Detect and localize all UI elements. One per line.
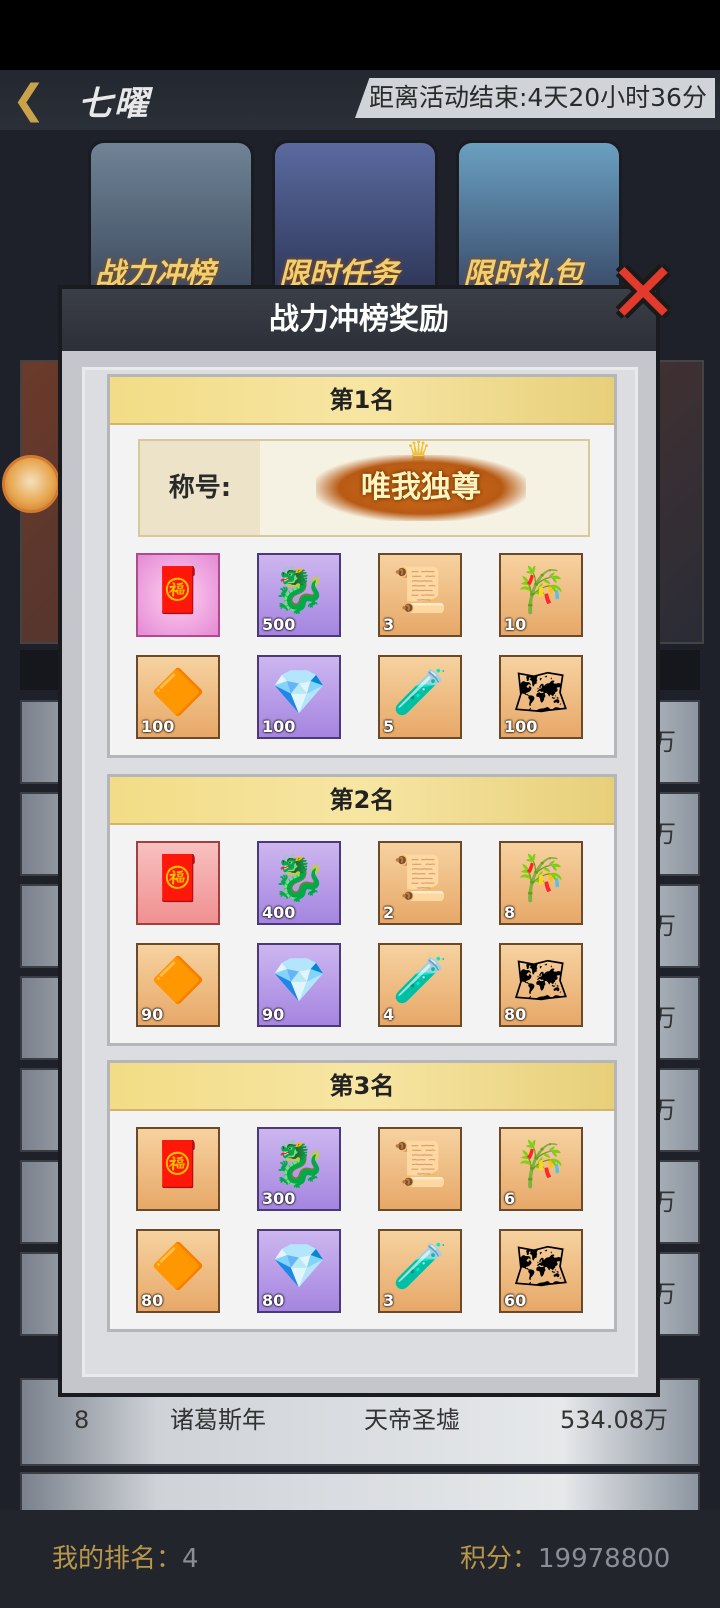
reward-item[interactable]: 🎋 10 [499, 553, 583, 637]
title-badge: 唯我独尊 [316, 455, 526, 521]
talisman-icon: 📜 [392, 853, 448, 904]
jade-pendant-icon: 🐉 [271, 1139, 327, 1190]
reward-item[interactable]: 🧧 [136, 841, 220, 925]
rewards-modal: 战力冲榜奖励 第1名 称号: ♛ 唯我独尊 🧧 🐉 500 📜 3 🎋 10 🔶 100… [58, 285, 660, 1397]
rewards-list[interactable]: 第1名 称号: ♛ 唯我独尊 🧧 🐉 500 📜 3 🎋 10 🔶 100 💎 100 🧪… [82, 367, 638, 1377]
rank-2-heading: 第2名 [110, 777, 614, 825]
orange-gem-icon: 🔶 [150, 667, 206, 718]
purple-gem-icon: 💎 [271, 1241, 327, 1292]
title-label: 称号: [140, 441, 260, 535]
close-icon: ✕ [608, 244, 679, 342]
avatar[interactable] [2, 455, 60, 513]
reward-item[interactable]: 🗺 100 [499, 655, 583, 739]
reward-item[interactable]: 🧪 5 [378, 655, 462, 739]
rank-3-heading: 第3名 [110, 1063, 614, 1111]
red-envelope-icon: 🧧 [150, 565, 206, 616]
orange-gem-icon: 🔶 [150, 955, 206, 1006]
scroll-icon: 🎋 [513, 853, 569, 904]
my-score: 积分：19978800 [460, 1544, 671, 1574]
potion-icon: 🧪 [392, 667, 448, 718]
reward-item[interactable]: 🧧 [136, 1127, 220, 1211]
reward-item[interactable]: 🐉 400 [257, 841, 341, 925]
reward-item[interactable]: 🗺 60 [499, 1229, 583, 1313]
reward-item[interactable]: 📜 [378, 1127, 462, 1211]
reward-item[interactable]: 🐉 300 [257, 1127, 341, 1211]
red-envelope-icon: 🧧 [150, 853, 206, 904]
reward-item[interactable]: 🔶 90 [136, 943, 220, 1027]
talisman-icon: 📜 [392, 565, 448, 616]
parchment-icon: 🗺 [513, 667, 569, 718]
modal-title: 战力冲榜奖励 [62, 289, 656, 351]
red-envelope-icon: 🧧 [150, 1139, 206, 1190]
jade-pendant-icon: 🐉 [271, 565, 327, 616]
reward-item[interactable]: 🔶 80 [136, 1229, 220, 1313]
rank-1-rewards: 第1名 称号: ♛ 唯我独尊 🧧 🐉 500 📜 3 🎋 10 🔶 100 💎 100 🧪… [107, 374, 617, 758]
reward-item[interactable]: 🎋 6 [499, 1127, 583, 1211]
parchment-icon: 🗺 [513, 1241, 569, 1292]
orange-gem-icon: 🔶 [150, 1241, 206, 1292]
purple-gem-icon: 💎 [271, 955, 327, 1006]
tab-limited-gifts[interactable]: 限时礼包 [456, 140, 622, 296]
reward-item[interactable]: 📜 3 [378, 553, 462, 637]
reward-item[interactable]: 🗺 80 [499, 943, 583, 1027]
reward-item[interactable]: 💎 100 [257, 655, 341, 739]
close-button[interactable]: ✕ [608, 251, 678, 335]
reward-item[interactable]: 🧪 3 [378, 1229, 462, 1313]
reward-item[interactable]: 🔶 100 [136, 655, 220, 739]
reward-item[interactable]: 🐉 500 [257, 553, 341, 637]
bottom-bar: 我的排名：4 积分：19978800 [0, 1510, 720, 1608]
purple-gem-icon: 💎 [271, 667, 327, 718]
title-reward: 称号: ♛ 唯我独尊 [138, 435, 590, 537]
table-row [20, 1472, 700, 1512]
event-countdown: 距离活动结束:4天20小时36分 [355, 78, 715, 118]
jade-pendant-icon: 🐉 [271, 853, 327, 904]
potion-icon: 🧪 [392, 1241, 448, 1292]
reward-item[interactable]: 🧪 4 [378, 943, 462, 1027]
tab-limited-tasks[interactable]: 限时任务 [272, 140, 438, 296]
page-title: 七曜 [78, 84, 150, 124]
potion-icon: 🧪 [392, 955, 448, 1006]
scroll-icon: 🎋 [513, 565, 569, 616]
parchment-icon: 🗺 [513, 955, 569, 1006]
talisman-icon: 📜 [392, 1139, 448, 1190]
reward-item[interactable]: 📜 2 [378, 841, 462, 925]
rank-3-rewards: 第3名 🧧 🐉 300 📜 🎋 6 🔶 80 💎 80 🧪 3 🗺 60 [107, 1060, 617, 1332]
scroll-icon: 🎋 [513, 1139, 569, 1190]
reward-item[interactable]: 💎 80 [257, 1229, 341, 1313]
back-button[interactable]: ❮ [12, 80, 46, 120]
rank-2-rewards: 第2名 🧧 🐉 400 📜 2 🎋 8 🔶 90 💎 90 🧪 4 🗺 80 [107, 774, 617, 1046]
rank-1-heading: 第1名 [110, 377, 614, 425]
tab-power-ranking[interactable]: 战力冲榜 [88, 140, 254, 296]
reward-item[interactable]: 🧧 [136, 553, 220, 637]
reward-item[interactable]: 💎 90 [257, 943, 341, 1027]
reward-item[interactable]: 🎋 8 [499, 841, 583, 925]
my-rank: 我的排名：4 [52, 1544, 199, 1574]
